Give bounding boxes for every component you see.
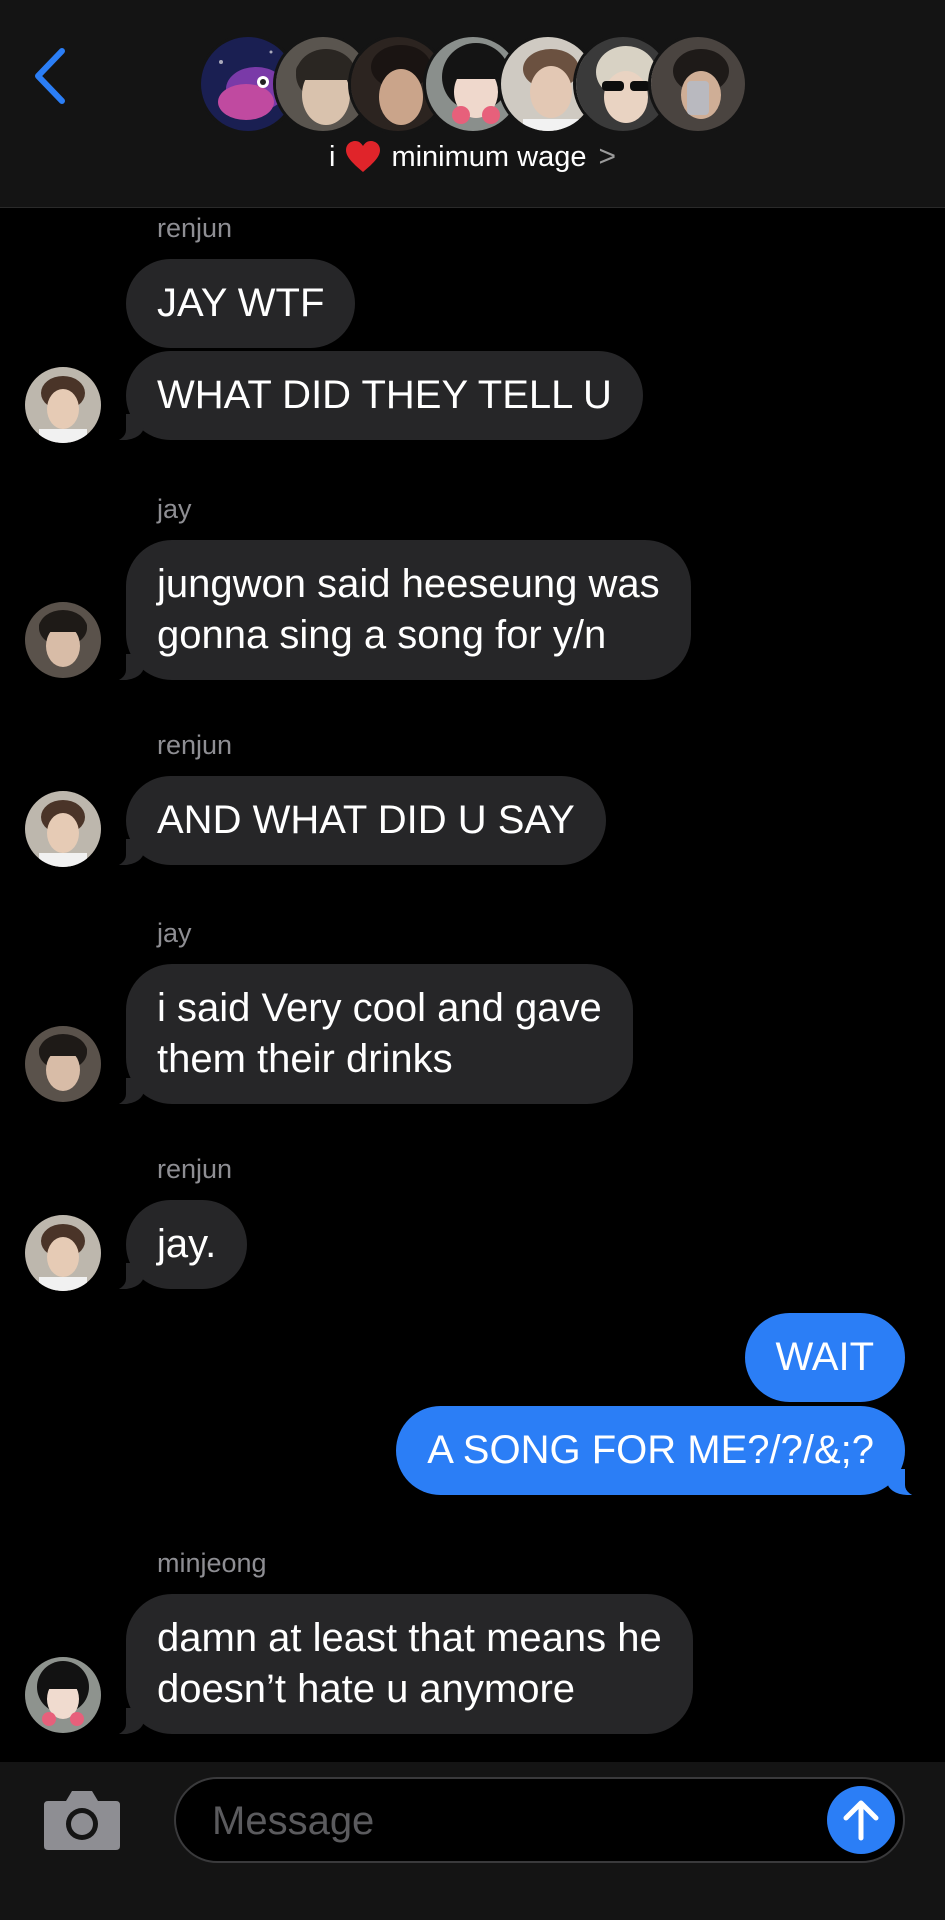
avatar-jay[interactable]	[25, 602, 101, 678]
sender-name: jay	[157, 494, 192, 524]
message-bubble[interactable]: damn at least that means he doesn’t hate…	[98, 1594, 693, 1736]
sender-name: renjun	[157, 213, 233, 243]
camera-icon	[44, 1791, 120, 1850]
message-bubble[interactable]: JAY WTF	[126, 259, 356, 348]
message-bubble[interactable]: i said Very cool and gave them their dri…	[98, 964, 633, 1106]
arrow-up-icon	[843, 1800, 879, 1841]
avatar-minjeong[interactable]	[25, 1657, 101, 1733]
group-name-label: minimum wage	[391, 140, 587, 173]
my-message-bubble[interactable]: A SONG FOR ME?/?/&;?	[396, 1406, 933, 1497]
message-input-placeholder: Message	[212, 1799, 375, 1843]
sender-name: minjeong	[157, 1548, 267, 1578]
message-bubble[interactable]: AND WHAT DID U SAY	[98, 776, 606, 867]
my-message-bubble[interactable]: WAIT	[744, 1313, 905, 1402]
chevron-left-icon	[35, 48, 65, 104]
conversation-header: i minimum wage >	[0, 0, 945, 208]
avatar-renjun[interactable]	[25, 1215, 101, 1291]
avatar-renjun[interactable]	[25, 791, 101, 867]
send-button[interactable]	[827, 1786, 895, 1854]
composer-bar: Message	[0, 1762, 945, 1920]
sender-name: jay	[157, 918, 192, 948]
message-bubble[interactable]: jungwon said heeseung was gonna sing a s…	[98, 540, 691, 682]
back-button[interactable]	[26, 44, 74, 108]
group-name-prefix: i	[329, 140, 336, 173]
avatar-jay[interactable]	[25, 1026, 101, 1102]
sender-name: renjun	[157, 730, 233, 760]
chevron-right-icon: >	[598, 140, 616, 173]
camera-button[interactable]	[42, 1787, 122, 1852]
group-avatars[interactable]	[198, 34, 758, 134]
group-name[interactable]: i minimum wage >	[0, 140, 945, 174]
sender-name: renjun	[157, 1154, 233, 1184]
heart-icon	[346, 141, 381, 172]
group-avatar-7	[648, 34, 748, 134]
message-input[interactable]: Message	[174, 1777, 905, 1863]
avatar-renjun[interactable]	[25, 367, 101, 443]
message-bubble[interactable]: WHAT DID THEY TELL U	[98, 351, 643, 442]
message-bubble[interactable]: jay.	[97, 1200, 248, 1291]
